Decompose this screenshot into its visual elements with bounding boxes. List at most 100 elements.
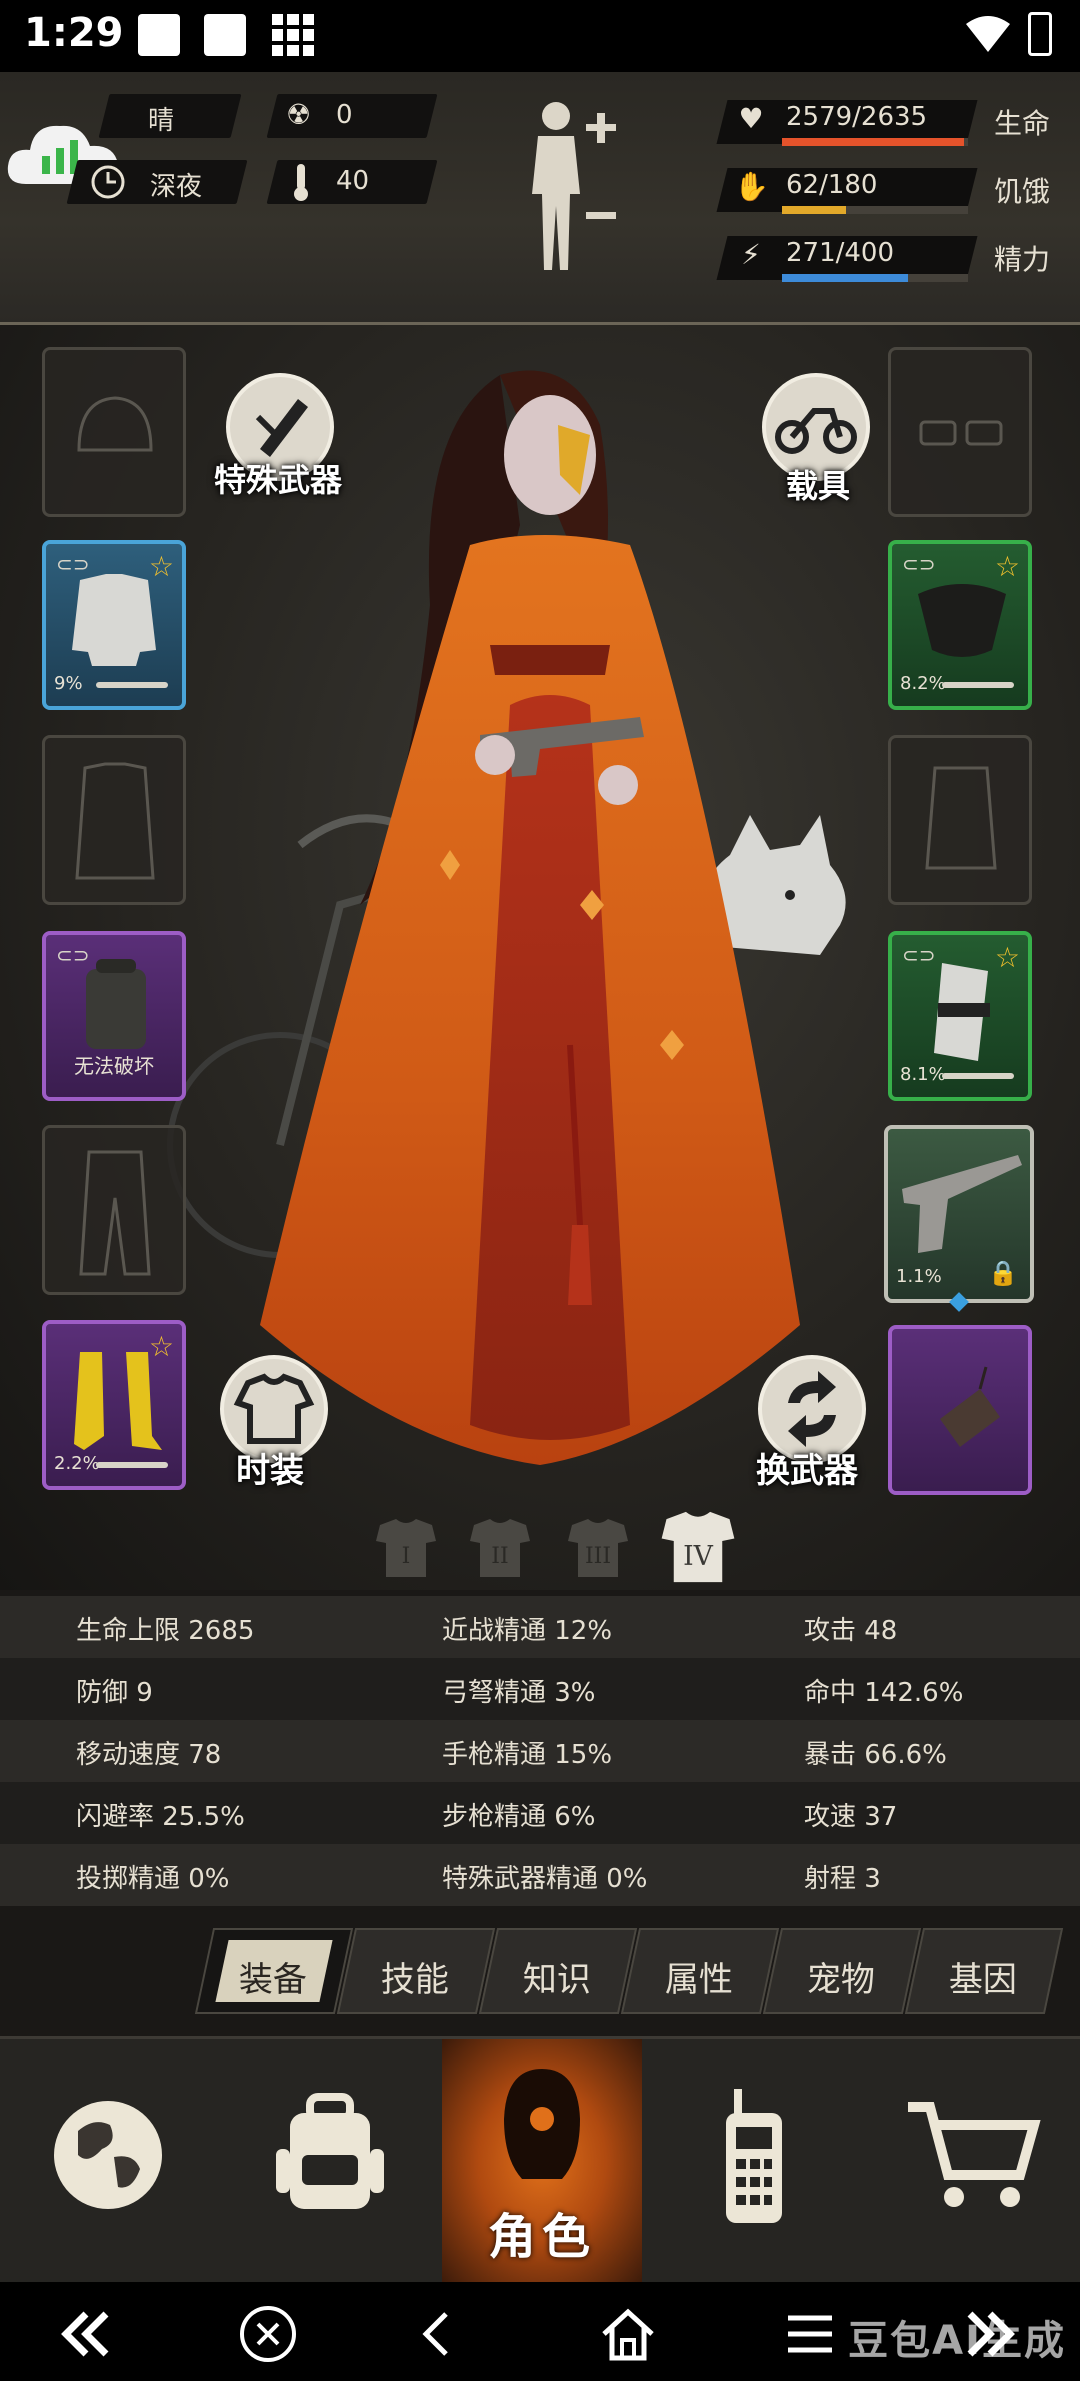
outfit-preset-3[interactable]: III	[564, 1515, 632, 1581]
health-heart-icon: ♥	[738, 102, 764, 135]
battery-icon	[1028, 12, 1052, 56]
walkie-talkie-icon	[726, 2089, 782, 2223]
armguard-slot[interactable]: ⊂⊃ ☆ 8.1%	[888, 931, 1032, 1101]
shirt-icon	[72, 574, 156, 666]
stat-rifle-mastery: 步枪精通 6%	[442, 1802, 596, 1832]
backpack-nav-icon	[276, 2093, 384, 2209]
outfit-preset-1[interactable]: I	[372, 1515, 440, 1581]
clock-icon	[91, 165, 125, 199]
tab-knowledge[interactable]: 知识	[478, 1928, 638, 2014]
glasses-slot[interactable]	[888, 347, 1032, 517]
time-of-day-value: 深夜	[150, 172, 203, 202]
wifi-icon	[966, 16, 1010, 52]
health-label: 生命	[994, 107, 1051, 140]
app-grid-icon	[272, 14, 314, 56]
stat-accuracy: 命中 142.6%	[804, 1678, 964, 1708]
shopping-cart-icon	[908, 2102, 1041, 2207]
nav-shop[interactable]	[862, 2039, 1080, 2285]
star-icon: ☆	[994, 941, 1020, 974]
stat-throw-mastery: 投掷精通 0%	[76, 1864, 230, 1894]
nav-character-label: 角色	[487, 2209, 596, 2265]
hud-panel: 晴 ☢ 0 深夜 40 ♥ 2579/2635 生命 ✋ 62/180 饥饿 ⚡…	[0, 72, 1080, 325]
nav-backpack[interactable]	[220, 2039, 440, 2285]
health-track	[782, 138, 968, 146]
grenade-slot[interactable]	[888, 1325, 1032, 1495]
outfit-preset-label: I	[402, 1544, 411, 1569]
glasses-slot-icon	[919, 420, 1003, 446]
mask-slot[interactable]: ⊂⊃ ☆ 8.2%	[888, 540, 1032, 710]
radiation-value: 0	[336, 100, 353, 130]
weather-value: 晴	[148, 106, 175, 136]
boots-slot[interactable]: ☆ 2.2%	[42, 1320, 186, 1490]
tab-skills[interactable]: 技能	[336, 1928, 496, 2014]
radiation-icon: ☢	[286, 98, 312, 131]
close-circle-icon[interactable]	[238, 2304, 298, 2364]
tab-label: 知识	[522, 1960, 591, 2000]
health-value: 2579/2635	[786, 102, 928, 132]
energy-label: 精力	[994, 243, 1051, 276]
nav-character[interactable]: 角色	[442, 2039, 642, 2285]
durability-bar	[96, 1462, 168, 1468]
bottom-nav: 角色	[0, 2036, 1080, 2285]
double-chevron-left-icon[interactable]	[56, 2304, 116, 2364]
stats-table: 生命上限 2685 近战精通 12% 攻击 48 防御 9 弓弩精通 3% 命中…	[0, 1596, 1080, 1906]
nav-world-map[interactable]	[0, 2039, 220, 2285]
backpack-slot[interactable]: ⊂⊃ 无法破坏	[42, 931, 186, 1101]
swap-weapon-label: 换武器	[756, 1451, 858, 1491]
item-note: 无法破坏	[74, 1054, 154, 1078]
energy-fill	[782, 274, 909, 282]
weapon-slot[interactable]: 1.1% 🔒	[884, 1125, 1034, 1303]
tab-label: 基因	[948, 1960, 1017, 2000]
stat-attack-speed: 攻速 37	[804, 1802, 898, 1832]
status-time: 1:29	[24, 10, 124, 56]
durability-value: 2.2%	[54, 1453, 100, 1474]
backpack-icon	[86, 959, 146, 1049]
home-icon[interactable]	[598, 2304, 658, 2364]
stat-defense: 防御 9	[76, 1678, 153, 1708]
back-icon[interactable]	[408, 2304, 468, 2364]
tab-genes[interactable]: 基因	[904, 1928, 1064, 2014]
stat-melee-mastery: 近战精通 12%	[442, 1616, 613, 1646]
boots-icon	[74, 1352, 162, 1450]
durability-bar	[942, 682, 1014, 688]
nav-phone[interactable]	[642, 2039, 862, 2285]
menu-icon[interactable]	[780, 2304, 840, 2364]
stats-row: 闪避率 25.5% 步枪精通 6% 攻速 37	[0, 1782, 1080, 1844]
outfit-preset-label: IV	[683, 1541, 714, 1572]
armguard-icon	[934, 963, 990, 1061]
character-scene: ⊂⊃ ☆ 9% ⊂⊃ 无法破坏 ☆ 2.2% ⊂⊃ ☆ 8.2% ⊂⊃ ☆ 8.	[0, 325, 1080, 1590]
link-icon: ⊂⊃	[902, 552, 936, 576]
tab-pets[interactable]: 宠物	[762, 1928, 922, 2014]
tab-attributes[interactable]: 属性	[620, 1928, 780, 2014]
thermometer-icon	[294, 164, 308, 201]
notification-icon	[204, 14, 246, 56]
pants-slot[interactable]	[42, 1125, 186, 1295]
pants-slot-icon	[79, 1150, 151, 1276]
character-silhouette-icon	[504, 2069, 580, 2179]
tab-label: 属性	[664, 1960, 733, 2000]
outfit-preset-4-active[interactable]: IV	[656, 1507, 740, 1587]
mask-icon	[918, 584, 1006, 657]
stat-bow-mastery: 弓弩精通 3%	[442, 1678, 596, 1708]
ai-watermark: 豆包AI生成	[848, 2318, 1066, 2364]
coat-slot[interactable]	[42, 735, 186, 905]
helmet-slot[interactable]	[42, 347, 186, 517]
lock-icon: 🔒	[988, 1259, 1018, 1287]
notification-icon	[138, 14, 180, 56]
stats-row: 投掷精通 0% 特殊武器精通 0% 射程 3	[0, 1844, 1080, 1906]
tab-equipment[interactable]: 装备	[194, 1928, 354, 2014]
stats-row: 移动速度 78 手枪精通 15% 暴击 66.6%	[0, 1720, 1080, 1782]
energy-value: 271/400	[786, 238, 895, 268]
health-fill	[782, 138, 965, 146]
outfit-label: 时装	[236, 1451, 304, 1491]
stats-row: 生命上限 2685 近战精通 12% 攻击 48	[0, 1596, 1080, 1658]
stat-move-speed: 移动速度 78	[76, 1740, 222, 1770]
helmet-slot-icon	[77, 396, 153, 452]
body-status-icon[interactable]	[520, 94, 620, 272]
grenade-icon	[940, 1366, 1000, 1447]
shirt-slot[interactable]: ⊂⊃ ☆ 9%	[42, 540, 186, 710]
hunger-fill	[782, 206, 846, 214]
energy-track	[782, 274, 968, 282]
outfit-preset-2[interactable]: II	[466, 1515, 534, 1581]
vest-slot[interactable]	[888, 735, 1032, 905]
